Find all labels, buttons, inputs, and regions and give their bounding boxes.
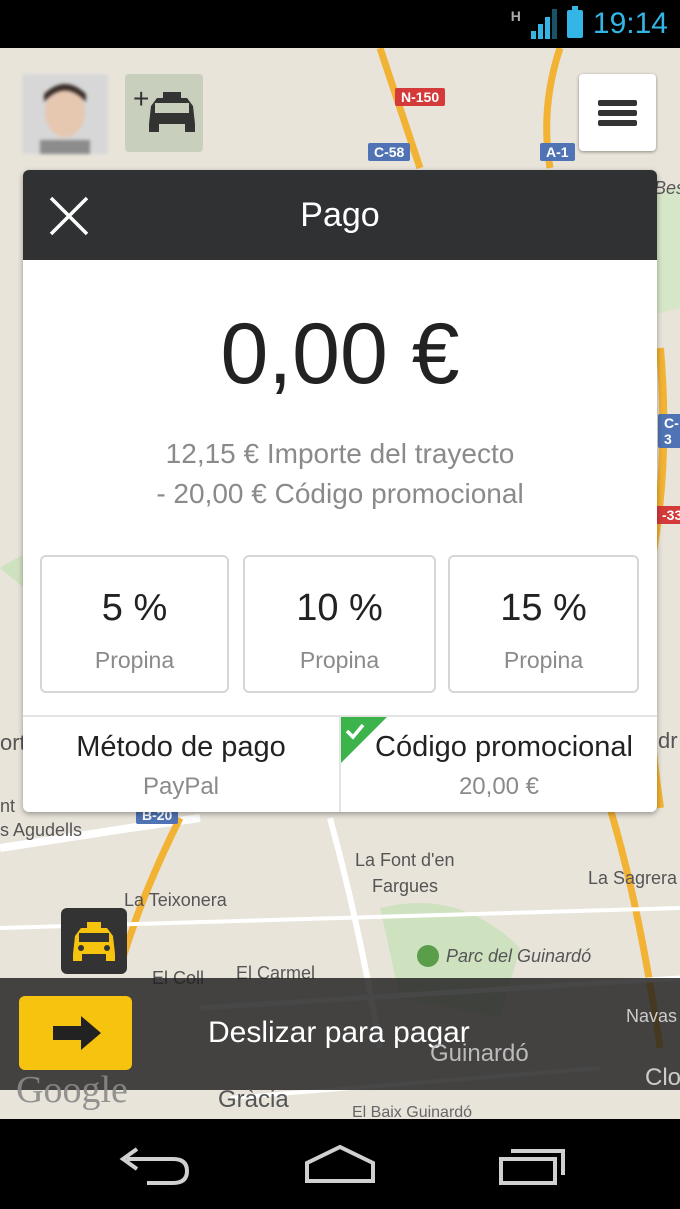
back-button[interactable]: [107, 1139, 197, 1189]
map-label-clot: Clo: [645, 1064, 680, 1091]
tip-percent: 15 %: [500, 587, 587, 629]
map-label-parc: Parc del Guinardó: [446, 946, 592, 966]
taxi-icon: [73, 922, 115, 961]
taxi-location-marker[interactable]: [61, 908, 127, 974]
map-label-navas: Navas: [626, 1006, 678, 1026]
svg-text:+: +: [133, 83, 149, 114]
home-button[interactable]: [295, 1139, 385, 1189]
map-label-la-teixonera: La Teixonera: [124, 890, 227, 910]
signal-icon: [530, 9, 557, 39]
check-icon: [341, 717, 387, 763]
tip-percent: 5 %: [101, 587, 168, 629]
map-label-ort: ort: [0, 730, 26, 755]
home-icon: [305, 1144, 375, 1183]
recent-apps-icon: [499, 1149, 565, 1185]
clock: 19:14: [592, 7, 668, 40]
promo-code-value: 20,00 €: [458, 773, 540, 800]
map-label-dr: dr: [658, 728, 678, 753]
payment-options-row: Método de pago PayPal Código promocional…: [23, 715, 657, 812]
map-label-nt: nt: [0, 796, 16, 816]
recent-apps-button[interactable]: [485, 1139, 575, 1189]
promo-code-title: Código promocional: [375, 731, 633, 763]
add-taxi-icon: +: [133, 83, 195, 132]
map-label-bes: Bes: [654, 178, 680, 198]
avatar-photo: [22, 74, 108, 154]
payment-dialog: Pago 0,00 € 12,15 € Importe del trayecto…: [23, 170, 657, 812]
arrow-right-icon: [53, 1016, 101, 1050]
road-badge-c3: C-3: [658, 414, 680, 448]
status-bar: H 19:14: [0, 0, 680, 48]
trip-amount-line: 12,15 € Importe del trayecto: [165, 438, 515, 469]
tip-option-5[interactable]: 5 % Propina: [40, 555, 229, 693]
menu-button[interactable]: [579, 74, 656, 151]
tip-option-15[interactable]: 15 % Propina: [448, 555, 639, 693]
dialog-title: Pago: [300, 196, 380, 234]
map-label-la-sagrera: La Sagrera: [588, 868, 678, 888]
tip-percent: 10 %: [296, 587, 383, 629]
map-label-la-font: La Font d'en: [355, 850, 455, 870]
map-label-guinardo: Guinardó: [430, 1040, 529, 1067]
payment-method-cell[interactable]: Método de pago PayPal: [23, 717, 339, 812]
battery-icon: [566, 6, 583, 38]
tip-option-10[interactable]: 10 % Propina: [243, 555, 436, 693]
google-logo: Google: [16, 1069, 128, 1111]
promo-code-cell[interactable]: Código promocional 20,00 €: [341, 717, 657, 812]
map-label-agudells: s Agudells: [0, 820, 83, 840]
park-icon: [417, 945, 439, 967]
map-label-fargues: Fargues: [372, 876, 439, 896]
avatar[interactable]: [22, 74, 108, 154]
tip-label: Propina: [299, 647, 380, 673]
promo-discount-line: - 20,00 € Código promocional: [156, 478, 524, 509]
map-label-gracia: Gràcia: [218, 1086, 289, 1113]
dialog-header: Pago: [23, 170, 657, 260]
add-taxi-button[interactable]: +: [125, 74, 203, 152]
payment-method-value: PayPal: [142, 773, 220, 800]
payment-method-title: Método de pago: [76, 731, 286, 763]
tip-label: Propina: [503, 647, 584, 673]
road-badge-n150: N-150: [395, 88, 446, 106]
road-badge-33: -33: [656, 506, 680, 524]
road-badge-c58: C-58: [368, 143, 411, 161]
navigation-bar: [0, 1119, 680, 1209]
back-icon: [119, 1147, 190, 1185]
slide-handle[interactable]: [19, 996, 132, 1070]
road-badge-a1: A-1: [540, 143, 575, 161]
network-type-label: H: [510, 8, 521, 24]
tip-label: Propina: [94, 647, 175, 673]
total-amount: 0,00 €: [220, 306, 460, 402]
